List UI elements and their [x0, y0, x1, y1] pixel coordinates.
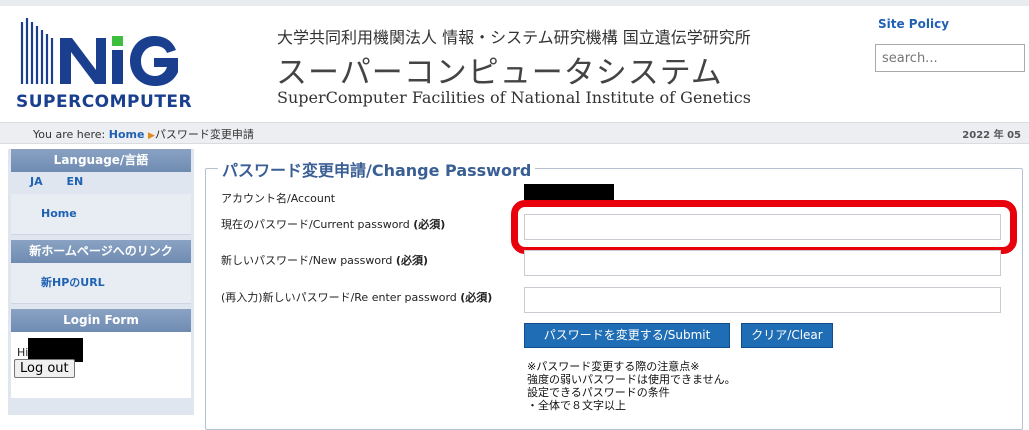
account-label: アカウント名/Account: [221, 192, 336, 205]
greeting-text: Hi: [17, 346, 29, 359]
new-homepage-heading: 新ホームページへのリンク: [11, 240, 191, 263]
current-password-label: 現在のパスワード/Current password (必須): [221, 216, 445, 232]
site-policy-link[interactable]: Site Policy: [878, 17, 949, 31]
note-heading: ※パスワード変更する際の注意点※: [527, 360, 700, 373]
note-line: 設定できるパスワードの条件: [527, 386, 670, 399]
new-password-label: 新しいパスワード/New password (必須): [221, 252, 428, 268]
note-line: ・全体で８文字以上: [527, 399, 626, 412]
required-marker: (必須): [395, 254, 428, 267]
search-input[interactable]: [875, 44, 1025, 72]
breadcrumb-prefix: You are here:: [33, 128, 106, 141]
organization-name: 大学共同利用機関法人 情報・システム研究機構 国立遺伝学研究所: [277, 28, 751, 47]
logout-button[interactable]: Log out: [14, 359, 75, 378]
sidebar: Language/言語 JA EN Home 新ホームページへのリンク 新HPの…: [8, 149, 194, 415]
logo-text: SUPERCOMPUTER: [16, 92, 193, 112]
reenter-password-label: (再入力)新しいパスワード/Re enter password (必須): [221, 289, 492, 305]
clear-button[interactable]: クリア/Clear: [741, 323, 833, 348]
submit-button[interactable]: パスワードを変更する/Submit: [524, 323, 730, 348]
note-line: 強度の弱いパスワードは使用できません。: [527, 373, 736, 386]
login-form-heading: Login Form: [11, 309, 191, 332]
site-subtitle: SuperComputer Facilities of National Ins…: [277, 88, 751, 107]
breadcrumb-home-link[interactable]: Home: [109, 128, 145, 141]
highlight-box: [511, 200, 1017, 254]
required-marker: (必須): [413, 218, 446, 231]
reenter-password-label-text: (再入力)新しいパスワード/Re enter password: [221, 291, 457, 304]
password-notes: ※パスワード変更する際の注意点※ 強度の弱いパスワードは使用できません。 設定で…: [527, 360, 736, 412]
breadcrumb-arrow-icon: ▶: [147, 131, 155, 141]
sidebar-item-home[interactable]: Home: [11, 194, 191, 235]
current-date: 2022 年 05: [962, 130, 1021, 141]
language-switcher: JA EN: [8, 172, 194, 194]
new-password-label-text: 新しいパスワード/New password: [221, 254, 393, 267]
lang-en-link[interactable]: EN: [66, 175, 83, 188]
sidebar-item-new-hp-url[interactable]: 新HPのURL: [11, 263, 191, 304]
breadcrumb-current: パスワード変更申請: [154, 128, 254, 141]
site-title: スーパーコンピュータシステム: [276, 55, 723, 91]
top-strip: [0, 0, 1029, 6]
required-marker: (必須): [460, 291, 493, 304]
lang-ja-link[interactable]: JA: [30, 175, 43, 188]
reenter-password-input[interactable]: [524, 287, 1001, 313]
login-form: Hi Log out: [11, 332, 191, 398]
new-password-input[interactable]: [524, 250, 1001, 276]
language-heading: Language/言語: [11, 149, 191, 172]
breadcrumb-trail: You are here: Home ▶パスワード変更申請: [33, 126, 254, 142]
current-password-label-text: 現在のパスワード/Current password: [221, 218, 410, 231]
breadcrumb: You are here: Home ▶パスワード変更申請 2022 年 05: [0, 122, 1029, 144]
redacted-account-name: [524, 184, 614, 200]
form-title: パスワード変更申請/Change Password: [218, 157, 536, 181]
